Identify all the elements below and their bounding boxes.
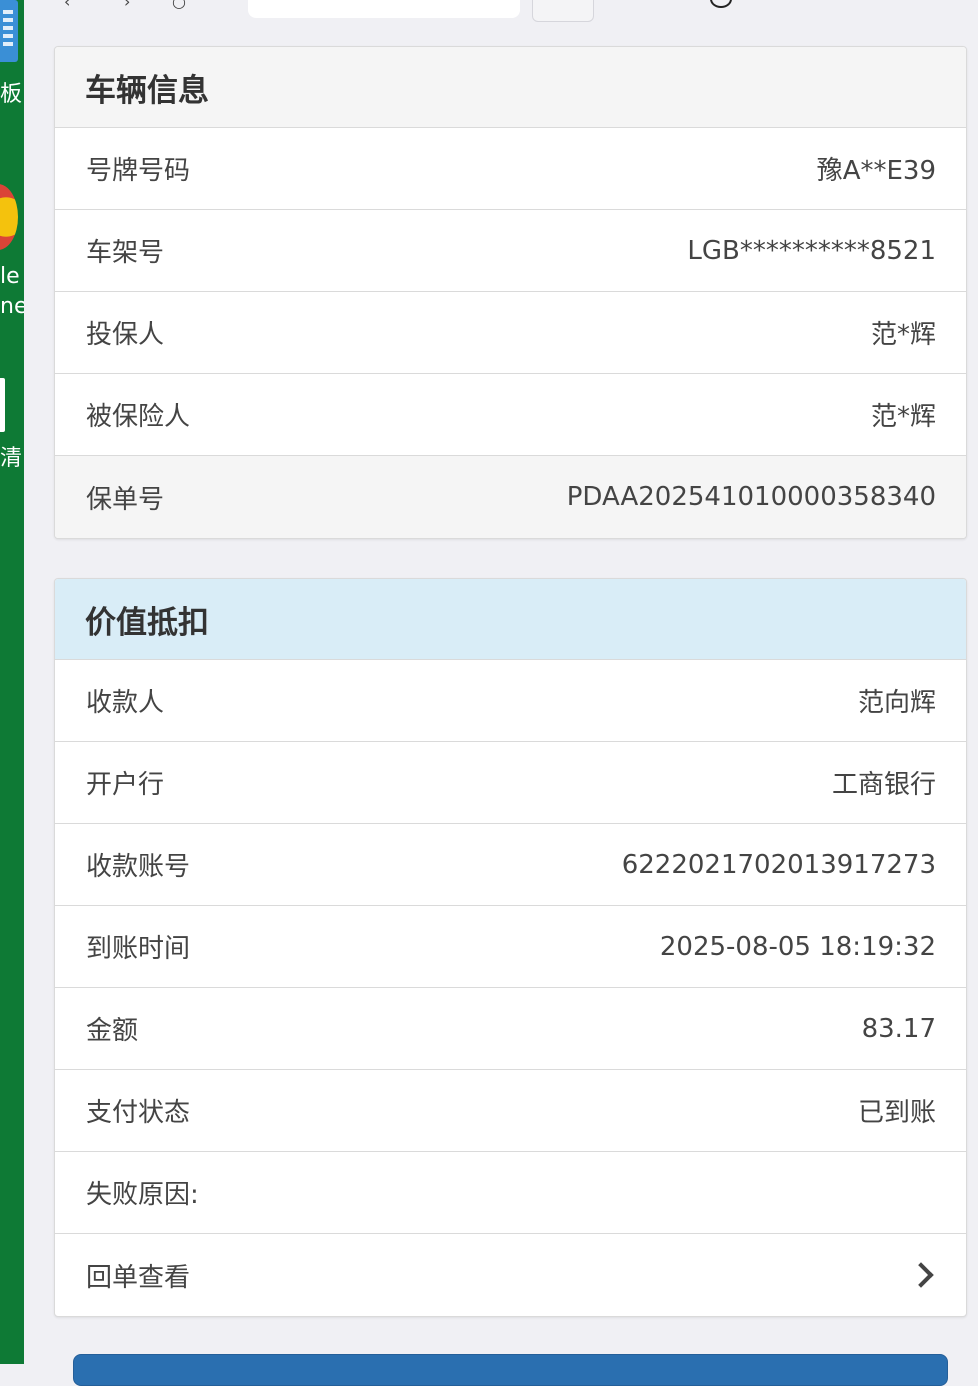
info-row-vin: 车架号 LGB**********8521 xyxy=(55,210,966,292)
info-row-failure-reason: 失败原因: xyxy=(55,1152,966,1234)
bottom-action-button[interactable] xyxy=(73,1354,948,1386)
chrome-browser-icon[interactable] xyxy=(0,184,18,250)
toolbar-button[interactable] xyxy=(532,0,594,22)
row-value: 范*辉 xyxy=(870,320,936,350)
value-deduction-panel: 价值抵扣 收款人 范向辉 开户行 工商银行 收款账号 6222021702013… xyxy=(54,578,967,1317)
desktop-icon-label: 清 xyxy=(0,446,23,471)
row-value: 工商银行 xyxy=(831,770,936,800)
info-row-plate: 号牌号码 豫A**E39 xyxy=(55,128,966,210)
row-label: 金额 xyxy=(86,1016,139,1046)
panel-title: 价值抵扣 xyxy=(55,579,966,660)
row-label: 收款人 xyxy=(86,688,165,718)
row-label: 被保险人 xyxy=(86,402,191,432)
info-row-bank: 开户行 工商银行 xyxy=(55,742,966,824)
row-label: 到账时间 xyxy=(86,934,191,964)
info-row-payee: 收款人 范向辉 xyxy=(55,660,966,742)
row-label: 车架号 xyxy=(86,238,165,268)
row-label: 投保人 xyxy=(86,320,165,350)
desktop-icon-label: ne xyxy=(0,294,24,319)
row-label: 保单号 xyxy=(86,484,165,515)
desktop-icon-label: le xyxy=(0,264,20,289)
row-label: 回单查看 xyxy=(86,1262,191,1293)
row-label: 失败原因: xyxy=(86,1180,199,1210)
row-value: 豫A**E39 xyxy=(816,156,936,186)
row-value: 范向辉 xyxy=(857,688,936,718)
vehicle-info-panel: 车辆信息 号牌号码 豫A**E39 车架号 LGB**********8521 … xyxy=(54,46,967,539)
row-value: LGB**********8521 xyxy=(687,235,936,266)
row-label: 开户行 xyxy=(86,770,165,800)
row-value: 83.17 xyxy=(861,1013,936,1044)
browser-toolbar: ‹ › ○ xyxy=(24,0,978,30)
address-bar[interactable] xyxy=(248,0,520,18)
info-row-arrival-time: 到账时间 2025-08-05 18:19:32 xyxy=(55,906,966,988)
chevron-right-icon[interactable] xyxy=(908,1262,934,1288)
info-row-amount: 金额 83.17 xyxy=(55,988,966,1070)
view-receipt-row[interactable]: 回单查看 xyxy=(55,1234,966,1316)
info-row-policyholder: 投保人 范*辉 xyxy=(55,292,966,374)
row-label: 收款账号 xyxy=(86,852,191,882)
info-row-insured: 被保险人 范*辉 xyxy=(55,374,966,456)
row-label: 支付状态 xyxy=(86,1098,191,1128)
back-icon[interactable]: ‹ xyxy=(64,0,70,11)
row-value: 2025-08-05 18:19:32 xyxy=(659,931,936,962)
refresh-icon[interactable]: ○ xyxy=(172,0,186,11)
row-value: 范*辉 xyxy=(870,402,936,432)
file-icon[interactable] xyxy=(0,378,5,432)
panel-title: 车辆信息 xyxy=(55,47,966,128)
info-row-policy-number: 保单号 PDAA202541010000358340 xyxy=(55,456,966,538)
desktop-app-icon[interactable] xyxy=(0,0,18,62)
desktop-background: 板 le ne 清 xyxy=(0,0,24,1364)
row-label: 号牌号码 xyxy=(86,156,191,186)
row-value: PDAA202541010000358340 xyxy=(566,482,936,512)
desktop-icon-label: 板 xyxy=(0,82,23,107)
row-value: 已到账 xyxy=(857,1098,936,1128)
forward-icon[interactable]: › xyxy=(124,0,130,11)
info-row-account: 收款账号 6222021702013917273 xyxy=(55,824,966,906)
info-row-payment-status: 支付状态 已到账 xyxy=(55,1070,966,1152)
row-value: 6222021702013917273 xyxy=(621,849,936,880)
globe-icon[interactable] xyxy=(710,0,732,8)
